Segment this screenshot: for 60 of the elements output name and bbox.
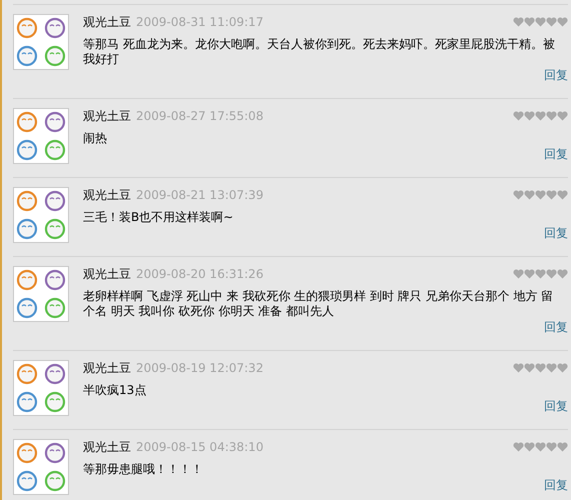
comment-time: 2009-08-21 13:07:39 — [136, 188, 264, 202]
heart-icon — [535, 442, 546, 452]
avatar-icon — [13, 360, 69, 416]
avatar-icon — [13, 439, 69, 495]
comment-time: 2009-08-15 04:38:10 — [136, 440, 264, 454]
author-name[interactable]: 观光土豆 — [83, 108, 131, 124]
heart-icon — [524, 363, 535, 373]
heart-icon — [513, 17, 524, 27]
reply-link[interactable]: 回复 — [544, 67, 568, 83]
heart-icon — [557, 442, 568, 452]
avatar-icon — [13, 108, 69, 164]
heart-icon — [513, 269, 524, 279]
heart-icon — [535, 363, 546, 373]
heart-icon — [546, 442, 557, 452]
avatar-icon — [13, 187, 69, 243]
avatar-icon — [13, 266, 69, 322]
heart-icon — [557, 190, 568, 200]
heart-icon — [546, 269, 557, 279]
reply-link[interactable]: 回复 — [544, 477, 568, 493]
heart-icon — [557, 363, 568, 373]
heart-icon — [513, 363, 524, 373]
heart-icon — [546, 190, 557, 200]
comment-text: 老卵样样啊 飞虚浮 死山中 来 我砍死你 生的猥琐男样 到时 牌只 兄弟你天台那个 地方 留个名 明天 我叫你 砍死你 你明天 准备 都叫先人 — [83, 289, 554, 319]
comment-text: 闹热 — [83, 131, 108, 146]
comment-time: 2009-08-31 11:09:17 — [136, 15, 264, 29]
comment-text: 等那毋患腿哦！！！！ — [83, 462, 204, 477]
avatar-icon — [13, 14, 69, 70]
author-name[interactable]: 观光土豆 — [83, 360, 131, 376]
comment-time: 2009-08-20 16:31:26 — [136, 267, 264, 281]
reply-link[interactable]: 回复 — [544, 225, 568, 241]
heart-icon — [513, 111, 524, 121]
heart-icon — [524, 190, 535, 200]
heart-icon — [524, 269, 535, 279]
reply-link[interactable]: 回复 — [544, 398, 568, 414]
reply-link[interactable]: 回复 — [544, 146, 568, 162]
author-name[interactable]: 观光土豆 — [83, 266, 131, 282]
heart-icon — [513, 190, 524, 200]
comment-text: 半吹疯13点 — [83, 383, 148, 398]
heart-icon — [557, 17, 568, 27]
heart-icon — [524, 17, 535, 27]
heart-icon — [546, 17, 557, 27]
heart-icon — [524, 442, 535, 452]
author-name[interactable]: 观光土豆 — [83, 186, 131, 204]
heart-icon — [535, 17, 546, 27]
comment-time: 2009-08-27 17:55:08 — [136, 109, 264, 123]
reply-link[interactable]: 回复 — [544, 319, 568, 335]
author-name[interactable]: 观光土豆 — [83, 14, 131, 30]
heart-icon — [535, 111, 546, 121]
heart-icon — [557, 269, 568, 279]
heart-icon — [535, 190, 546, 200]
comment-text: 等那马 死血龙为来。龙你大咆啊。天台人被你到死。死去来妈吓。死家里屁股洗干精。被我好打 — [83, 37, 556, 67]
comment-time: 2009-08-19 12:07:32 — [136, 361, 264, 375]
heart-icon — [546, 111, 557, 121]
heart-icon — [535, 269, 546, 279]
heart-icon — [513, 442, 524, 452]
author-name[interactable]: 观光土豆 — [83, 438, 131, 456]
heart-icon — [524, 111, 535, 121]
comment-text: 三毛！装B也不用这样装啊~ — [83, 210, 234, 225]
heart-icon — [546, 363, 557, 373]
heart-icon — [557, 111, 568, 121]
